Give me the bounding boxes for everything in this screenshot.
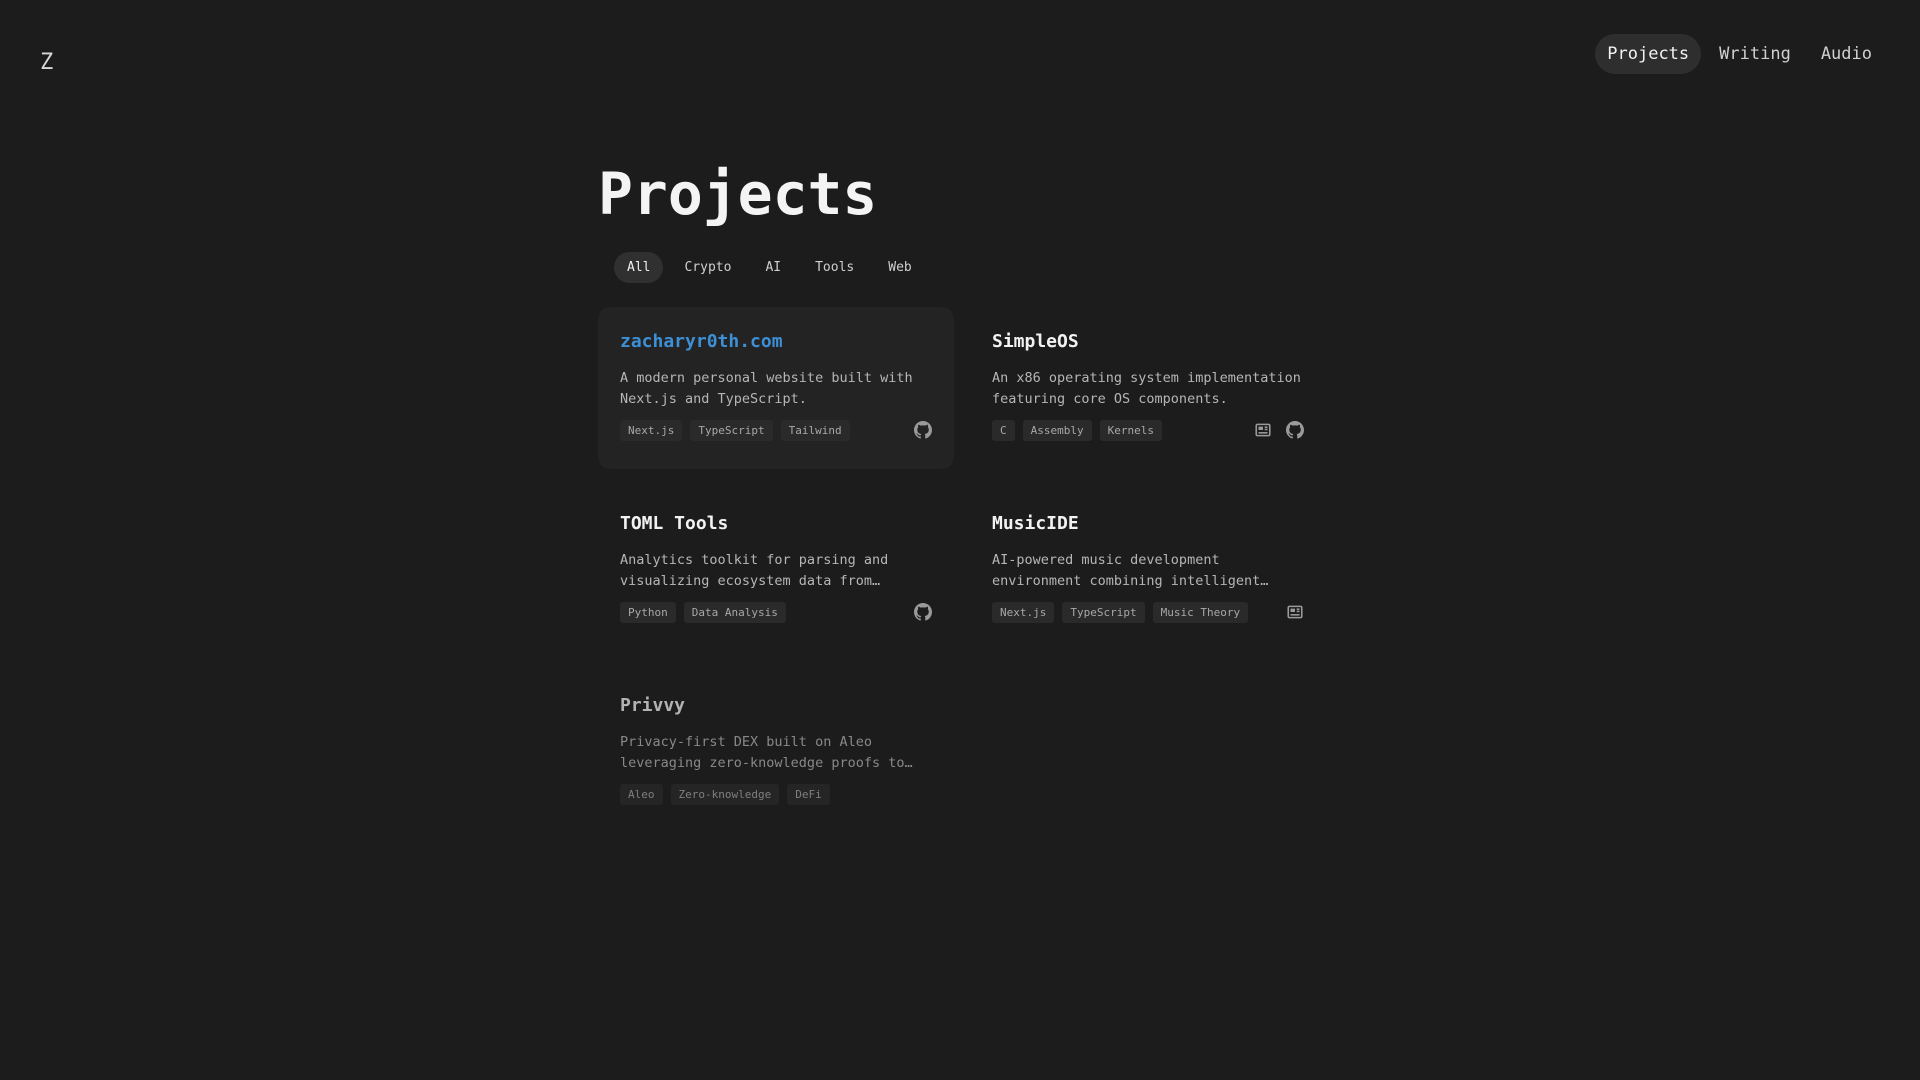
tag: TypeScript [1062,601,1145,623]
filter-bar: All Crypto AI Tools Web [614,251,1318,283]
project-title[interactable]: SimpleOS [992,331,1304,352]
project-description: AI-powered music development environment… [992,551,1269,589]
project-links [914,421,932,439]
tag: DeFi [787,783,830,805]
nav-projects[interactable]: Projects [1595,34,1702,74]
project-description: An x86 operating system implementation f… [992,369,1301,407]
project-title[interactable]: MusicIDE [992,513,1304,534]
project-footer: Next.js TypeScript Tailwind [620,419,932,441]
tag: Aleo [620,783,663,805]
tag: Next.js [992,601,1055,623]
tag: C [992,419,1015,441]
page-title: Projects [598,160,878,228]
project-grid: zacharyr0th.com A modern personal websit… [598,306,1318,833]
tag: TypeScript [690,419,773,441]
tag: Data Analysis [683,601,786,623]
tag: Assembly [1022,419,1092,441]
tag: Tailwind [780,419,850,441]
tag: Next.js [620,419,683,441]
tag-list: Next.js TypeScript Tailwind [620,419,850,441]
project-card-privvy[interactable]: Privvy Privacy-first DEX built on Aleo l… [598,671,954,833]
tag-list: Python Data Analysis [620,601,786,623]
project-footer: C Assembly Kernels [992,419,1304,441]
project-description: Analytics toolkit for parsing and visual… [620,551,889,589]
tag: Music Theory [1152,601,1249,623]
project-footer: Aleo Zero-knowledge DeFi [620,783,932,805]
filter-tools[interactable]: Tools [802,252,867,283]
project-title-link[interactable]: zacharyr0th.com [620,331,932,352]
project-card-toml-tools[interactable]: TOML Tools Analytics toolkit for parsing… [598,489,954,651]
top-nav: Projects Writing Audio [1595,34,1884,74]
project-links [1254,421,1304,439]
filter-all[interactable]: All [614,251,664,283]
project-title[interactable]: TOML Tools [620,513,932,534]
tag: Python [620,601,676,623]
project-card-simpleos[interactable]: SimpleOS An x86 operating system impleme… [970,307,1326,469]
filter-web[interactable]: Web [875,252,924,283]
tag-list: C Assembly Kernels [992,419,1162,441]
project-description: A modern personal website built with Nex… [620,369,913,407]
github-icon[interactable] [914,421,932,439]
project-title[interactable]: Privvy [620,695,932,716]
project-card-zacharyr0th[interactable]: zacharyr0th.com A modern personal websit… [598,306,954,469]
tag-list: Aleo Zero-knowledge DeFi [620,783,830,805]
tag-list: Next.js TypeScript Music Theory [992,601,1249,623]
project-card-musicide[interactable]: MusicIDE AI-powered music development en… [970,489,1326,651]
project-links [1286,603,1304,621]
nav-audio[interactable]: Audio [1809,34,1884,74]
github-icon[interactable] [1286,421,1304,439]
project-description: Privacy-first DEX built on Aleo leveragi… [620,733,913,771]
article-icon[interactable] [1286,603,1304,621]
article-icon[interactable] [1254,421,1272,439]
github-icon[interactable] [914,603,932,621]
project-footer: Python Data Analysis [620,601,932,623]
tag: Kernels [1099,419,1162,441]
main-content: Projects All Crypto AI Tools Web zachary… [598,160,1318,833]
tag: Zero-knowledge [670,783,780,805]
nav-writing[interactable]: Writing [1707,34,1803,74]
filter-crypto[interactable]: Crypto [671,252,744,283]
site-logo[interactable]: Z [40,50,53,75]
project-footer: Next.js TypeScript Music Theory [992,601,1304,623]
project-links [914,603,932,621]
filter-ai[interactable]: AI [752,252,794,283]
